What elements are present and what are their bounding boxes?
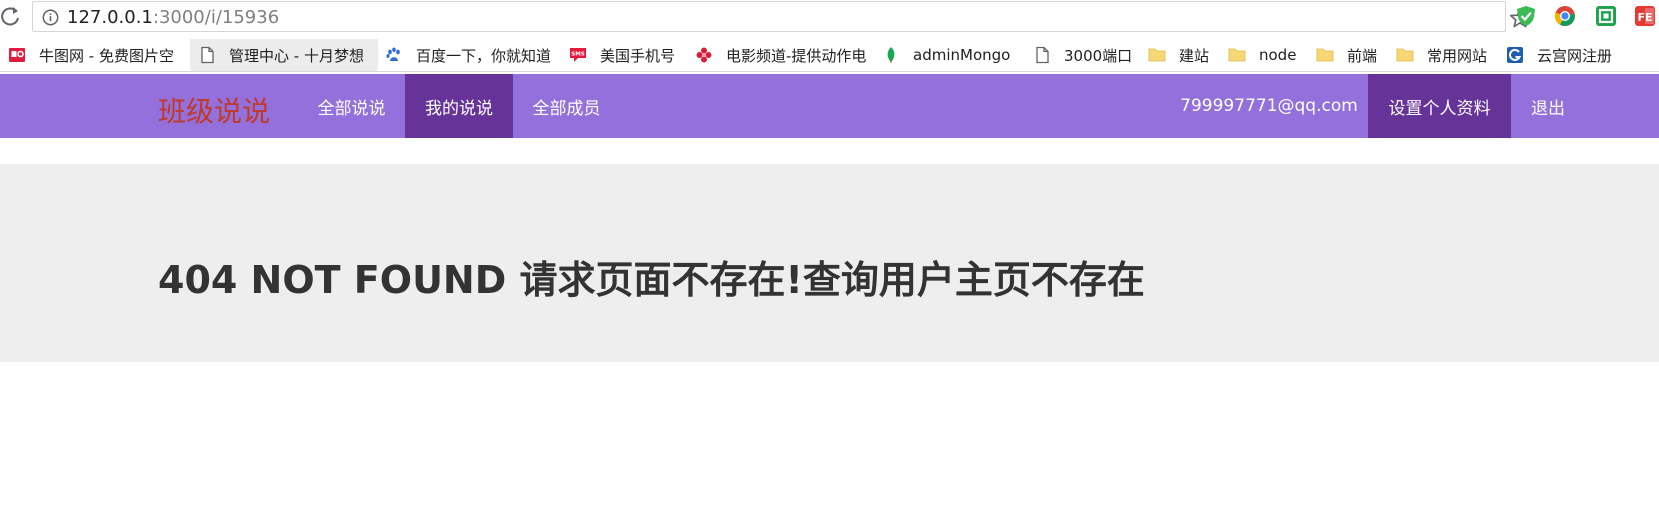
- bookmark-item[interactable]: SMS 美国手机号: [569, 39, 684, 71]
- bookmark-item[interactable]: 3000端口: [1033, 39, 1143, 71]
- browser-toolbar: 127.0.0.1:3000/i/15936 FE: [0, 0, 1659, 33]
- fe-extension-icon[interactable]: FE: [1634, 5, 1656, 27]
- reload-icon[interactable]: [0, 4, 22, 28]
- nav-my-posts[interactable]: 我的说说: [405, 74, 513, 138]
- bookmark-item[interactable]: adminMongo: [882, 39, 1017, 71]
- movie-flower-icon: [696, 47, 712, 63]
- user-email-link[interactable]: 799997771@qq.com: [1170, 74, 1368, 138]
- yg-logo-icon: [1507, 47, 1523, 63]
- page-icon: [1036, 46, 1049, 64]
- bookmark-folder[interactable]: node: [1228, 39, 1308, 71]
- bookmark-label: 常用网站: [1427, 46, 1488, 65]
- bookmark-folder[interactable]: 前端: [1316, 39, 1391, 71]
- bookmark-label: 3000端口: [1064, 46, 1133, 65]
- page-icon: [201, 46, 214, 64]
- error-message: 404 NOT FOUND 请求页面不存在!查询用户主页不存在: [158, 258, 1145, 302]
- bookmark-item[interactable]: 百度一下，你就知道: [385, 39, 560, 71]
- info-icon[interactable]: [42, 9, 59, 26]
- profile-settings-link[interactable]: 设置个人资料: [1368, 74, 1511, 138]
- url-host: 127.0.0.1: [67, 7, 153, 28]
- error-jumbotron: 404 NOT FOUND 请求页面不存在!查询用户主页不存在: [0, 164, 1659, 362]
- shield-extension-icon[interactable]: [1515, 5, 1537, 27]
- url-path: :3000/i/15936: [152, 7, 280, 28]
- bookmarks-bar: 牛图网 - 免费图片空 管理中心 - 十月梦想 百度一下，你就知道 SMS 美国…: [0, 39, 1659, 72]
- bookmark-folder[interactable]: 常用网站: [1396, 39, 1496, 71]
- bookmark-label: 美国手机号: [600, 46, 676, 65]
- bookmark-item[interactable]: 牛图网 - 免费图片空: [8, 39, 186, 71]
- svg-text:SMS: SMS: [571, 52, 584, 58]
- nav-all-posts[interactable]: 全部说说: [298, 74, 405, 138]
- bookmark-label: 管理中心 - 十月梦想: [229, 46, 364, 65]
- bookmark-folder[interactable]: 建站: [1148, 39, 1218, 71]
- site-navbar: 班级说说 全部说说 我的说说 全部成员 799997771@qq.com 设置个…: [0, 74, 1659, 138]
- site-brand[interactable]: 班级说说: [158, 90, 270, 130]
- bookmark-label: node: [1259, 46, 1297, 64]
- chrome-extension-icon[interactable]: [1554, 5, 1576, 27]
- bookmark-label: adminMongo: [913, 46, 1011, 64]
- bookmark-item[interactable]: 管理中心 - 十月梦想: [190, 39, 378, 71]
- bookmark-item[interactable]: 电影频道-提供动作电: [695, 39, 870, 71]
- sms-icon: SMS: [570, 48, 586, 62]
- bookmark-label: 牛图网 - 免费图片空: [39, 46, 174, 65]
- photo-icon: [9, 48, 25, 62]
- logout-link[interactable]: 退出: [1511, 74, 1585, 138]
- bookmark-label: 前端: [1347, 46, 1378, 65]
- bookmark-label: 云宫网注册: [1537, 46, 1613, 65]
- svg-text:FE: FE: [1637, 11, 1652, 24]
- nav-all-members[interactable]: 全部成员: [513, 74, 620, 138]
- baidu-paw-icon: [386, 47, 400, 61]
- folder-icon: [1396, 48, 1414, 62]
- folder-icon: [1148, 48, 1166, 62]
- folder-icon: [1228, 48, 1246, 62]
- bookmark-label: 电影频道-提供动作电: [726, 46, 867, 65]
- url-text[interactable]: 127.0.0.1:3000/i/15936: [67, 7, 279, 28]
- address-bar[interactable]: 127.0.0.1:3000/i/15936: [32, 1, 1531, 32]
- bookmark-label: 百度一下，你就知道: [416, 46, 552, 65]
- green-square-extension-icon[interactable]: [1595, 5, 1617, 27]
- folder-icon: [1316, 48, 1334, 62]
- bookmark-item[interactable]: 云宫网注册: [1506, 39, 1656, 71]
- bookmark-label: 建站: [1179, 46, 1210, 65]
- mongo-leaf-icon: [887, 47, 895, 63]
